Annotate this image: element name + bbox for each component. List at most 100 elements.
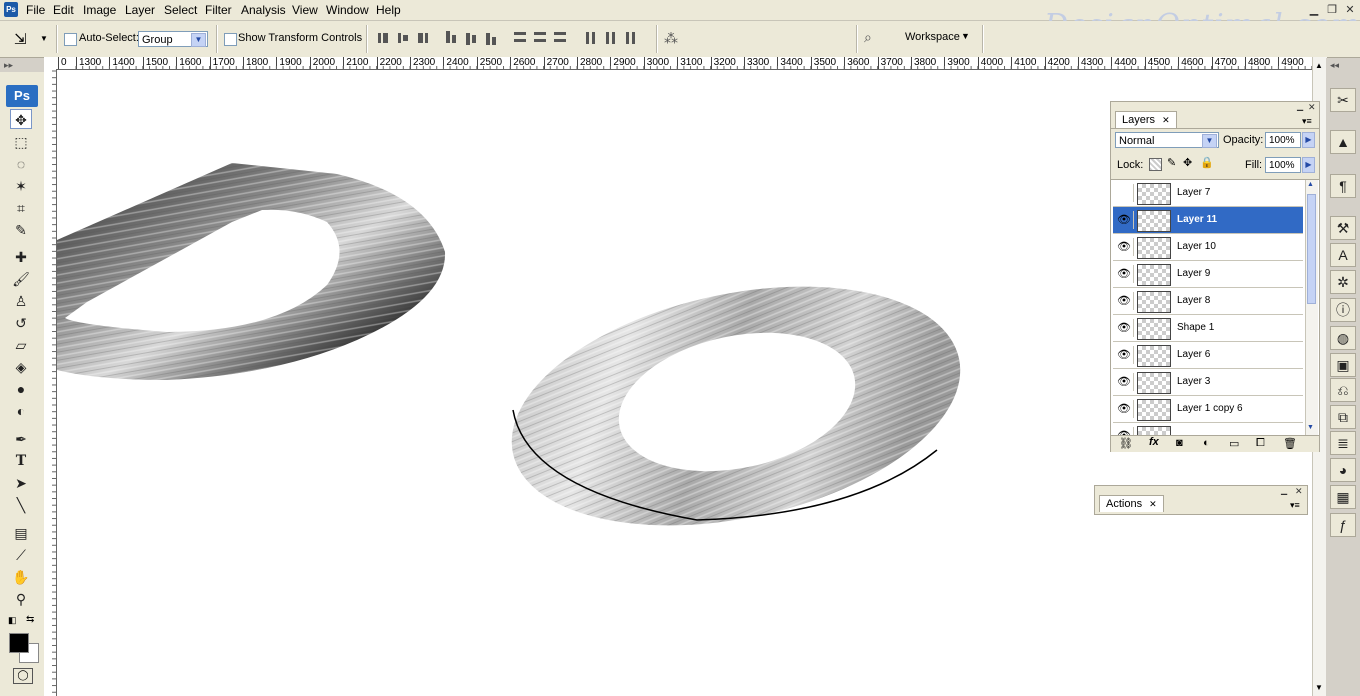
link-layers-icon[interactable]: ⛓ <box>1119 437 1133 450</box>
add-mask-icon[interactable]: ◙ <box>1176 437 1183 449</box>
menu-select[interactable]: Select <box>164 3 197 17</box>
swap-colors-icon[interactable]: ⇆ <box>26 614 34 625</box>
auto-select-checkbox[interactable] <box>64 33 77 46</box>
quick-mask-icon[interactable]: ◯ <box>13 668 33 684</box>
navigator-icon[interactable]: ✂ <box>1330 88 1356 112</box>
line-tool-icon[interactable]: ╲ <box>10 495 32 515</box>
move-tool-icon[interactable]: ⇲ <box>14 30 27 48</box>
scroll-down-icon[interactable]: ▼ <box>1315 683 1323 692</box>
fill-input[interactable]: 100% <box>1265 157 1301 173</box>
new-group-icon[interactable]: ▭ <box>1229 437 1239 450</box>
layer-row-layer-7[interactable]: Layer 7 <box>1113 180 1303 207</box>
crop-tool-icon[interactable]: ⌗ <box>10 198 32 218</box>
eye-icon[interactable]: 👁 <box>1115 373 1134 391</box>
paint-bucket-icon[interactable]: ◈ <box>10 357 32 377</box>
channels-icon[interactable]: ◕ <box>1330 458 1356 482</box>
horizontal-ruler[interactable]: 0 1300 1400 1500 1600 1700 1800 1900 2000 2100 220… <box>56 57 1312 70</box>
eye-icon[interactable]: 👁 <box>1115 346 1134 364</box>
layers-scroll-thumb[interactable] <box>1307 194 1316 304</box>
notes-tool-icon[interactable]: ▤ <box>10 523 32 543</box>
panel-menu-icon[interactable]: ▾≡ <box>1302 116 1312 127</box>
layer-style-fx-icon[interactable]: fx <box>1149 436 1159 448</box>
dodge-tool-icon[interactable]: ◐ <box>10 401 32 421</box>
menu-window[interactable]: Window <box>326 3 369 17</box>
trash-icon[interactable]: 🗑 <box>1283 437 1297 450</box>
panel-close-icon[interactable]: ✕ <box>1308 102 1316 113</box>
adjustment-layer-icon[interactable]: ◐ <box>1203 437 1210 449</box>
eye-icon[interactable]: 👁 <box>1115 211 1134 229</box>
menu-layer[interactable]: Layer <box>125 3 155 17</box>
show-transform-checkbox[interactable] <box>224 33 237 46</box>
eyedropper-tool-icon[interactable]: ⟋ <box>10 545 32 565</box>
ps-badge-icon[interactable]: Ps <box>6 85 38 107</box>
brushes-icon[interactable]: ✲ <box>1330 270 1356 294</box>
healing-brush-icon[interactable]: ✚ <box>10 247 32 267</box>
slice-tool-icon[interactable]: ✎ <box>10 220 32 240</box>
eye-icon[interactable]: 👁 <box>1115 265 1134 283</box>
blur-tool-icon[interactable]: ● <box>10 379 32 399</box>
workspace-button[interactable]: Workspace <box>905 31 960 43</box>
new-layer-icon[interactable]: ⧠ <box>1256 437 1265 450</box>
eraser-tool-icon[interactable]: ▱ <box>10 335 32 355</box>
grid-icon[interactable]: ▦ <box>1330 485 1356 509</box>
info-icon[interactable]: ⓘ <box>1330 298 1356 322</box>
tool-preset-chevron-down-icon[interactable]: ▼ <box>40 34 48 43</box>
histogram-icon[interactable]: ▲ <box>1330 130 1356 154</box>
layer-row-layer-11[interactable]: 👁 Layer 11 <box>1113 207 1303 234</box>
auto-align-icon[interactable]: ⁂ <box>664 30 678 47</box>
eye-icon[interactable]: 👁 <box>1115 319 1134 337</box>
path-selection-icon[interactable]: ➤ <box>10 473 32 493</box>
lock-position-icon[interactable]: ✥ <box>1183 156 1192 169</box>
lasso-tool-icon[interactable]: ◌ <box>10 154 32 174</box>
panel-minimize-icon[interactable]: ▁ <box>1297 102 1303 111</box>
eye-icon[interactable]: 👁 <box>1115 400 1134 418</box>
layer-row-layer-1-copy-6[interactable]: 👁 Layer 1 copy 6 <box>1113 396 1303 423</box>
menu-edit[interactable]: Edit <box>53 3 74 17</box>
layer-row-layer-8[interactable]: 👁 Layer 8 <box>1113 288 1303 315</box>
bridge-icon[interactable]: ⌕ <box>864 29 872 46</box>
default-colors-icon[interactable]: ◧ <box>8 615 17 626</box>
menu-analysis[interactable]: Analysis <box>241 3 286 17</box>
type-tool-icon[interactable]: T <box>10 451 32 471</box>
lock-pixels-icon[interactable]: ✎ <box>1167 156 1176 169</box>
pen-tool-icon[interactable]: ✒ <box>10 429 32 449</box>
layer-row-shape-1[interactable]: 👁 Shape 1 <box>1113 315 1303 342</box>
visibility-toggle[interactable] <box>1115 184 1134 202</box>
menu-view[interactable]: View <box>292 3 318 17</box>
marquee-tool-icon[interactable]: ⬚ <box>10 132 32 152</box>
fill-slider-arrow-icon[interactable]: ▶ <box>1302 157 1315 173</box>
magic-wand-tool-icon[interactable]: ✶ <box>10 176 32 196</box>
zoom-tool-icon[interactable]: ⚲ <box>10 589 32 609</box>
layer-row-layer-3[interactable]: 👁 Layer 3 <box>1113 369 1303 396</box>
history-icon[interactable]: ⎌ <box>1330 378 1356 402</box>
hand-tool-icon[interactable]: ✋ <box>10 567 32 587</box>
scroll-down-icon[interactable]: ▼ <box>1307 424 1314 431</box>
menu-file[interactable]: File <box>26 3 45 17</box>
layer-row-layer-6[interactable]: 👁 Layer 6 <box>1113 342 1303 369</box>
vertical-ruler[interactable] <box>44 69 57 696</box>
panel-menu-icon[interactable]: ▾≡ <box>1290 500 1300 511</box>
color-icon[interactable]: ◍ <box>1330 326 1356 350</box>
opacity-input[interactable]: 100% <box>1265 132 1301 148</box>
panel-close-icon[interactable]: ✕ <box>1295 486 1303 497</box>
swatches-icon[interactable]: ▣ <box>1330 353 1356 377</box>
menu-filter[interactable]: Filter <box>205 3 232 17</box>
tool-presets-icon[interactable]: ⚒ <box>1330 216 1356 240</box>
toolbox-header[interactable]: ▸▸ <box>0 58 44 72</box>
clone-stamp-icon[interactable]: ♙ <box>10 291 32 311</box>
styles-fx-icon[interactable]: ƒ <box>1330 513 1356 537</box>
lock-transparency-icon[interactable] <box>1149 158 1162 171</box>
panel-minimize-icon[interactable]: ▁ <box>1281 486 1287 495</box>
eye-icon[interactable]: 👁 <box>1115 238 1134 256</box>
tab-layers[interactable]: Layers ✕ <box>1115 111 1177 128</box>
tab-close-icon[interactable]: ✕ <box>1162 115 1170 125</box>
scroll-up-icon[interactable]: ▲ <box>1307 181 1314 188</box>
layer-row-layer-9[interactable]: 👁 Layer 9 <box>1113 261 1303 288</box>
foreground-color-swatch[interactable] <box>9 633 29 653</box>
scroll-up-icon[interactable]: ▲ <box>1315 61 1323 70</box>
history-brush-icon[interactable]: ↺ <box>10 313 32 333</box>
tab-actions[interactable]: Actions ✕ <box>1099 495 1164 512</box>
tab-close-icon[interactable]: ✕ <box>1149 499 1157 509</box>
workspace-chevron-down-icon[interactable]: ▼ <box>961 31 970 41</box>
layers-comps-icon[interactable]: ≣ <box>1330 431 1356 455</box>
